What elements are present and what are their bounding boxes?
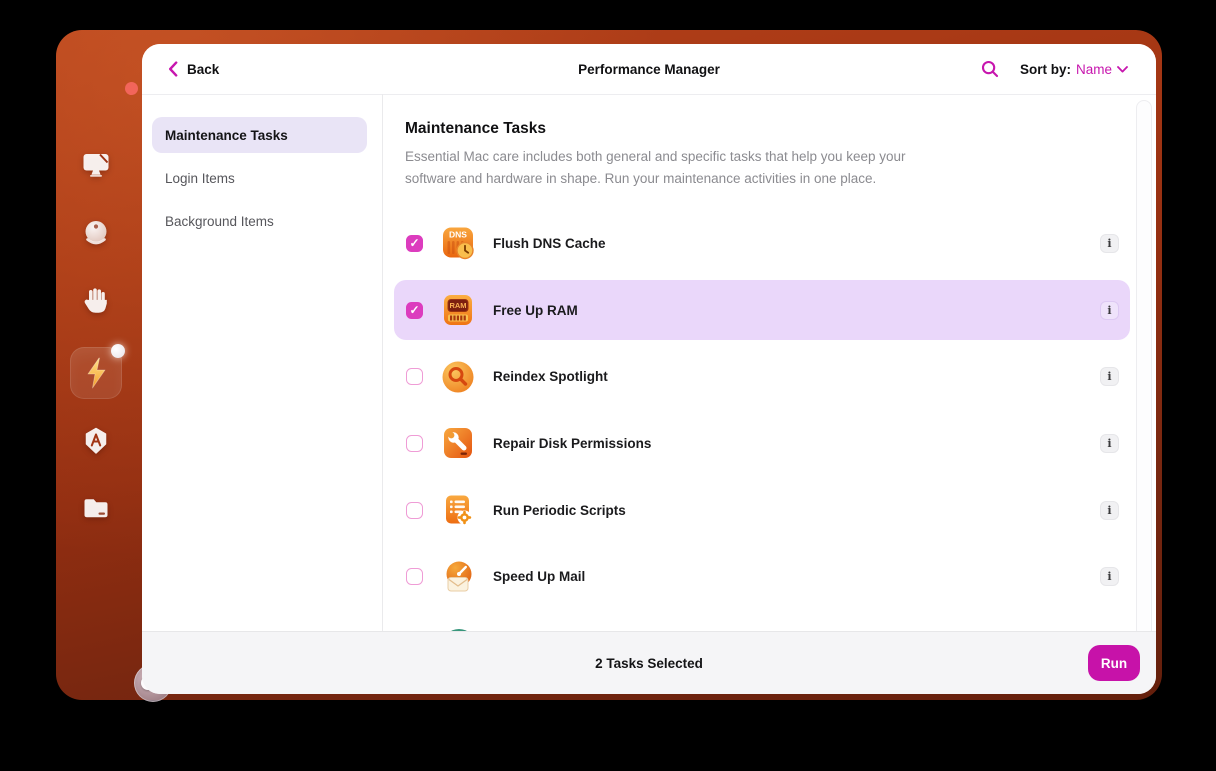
info-button[interactable]: i: [1100, 367, 1119, 387]
hand-privacy-icon: [81, 286, 111, 321]
chevron-down-icon: [1117, 65, 1128, 72]
info-button[interactable]: i: [1100, 567, 1119, 587]
content-description: Essential Mac care includes both general…: [405, 149, 906, 186]
sort-by-control[interactable]: Sort by: Name: [1020, 62, 1128, 77]
svg-text:DNS: DNS: [449, 230, 467, 240]
dock-item-lightning-performance[interactable]: [70, 344, 125, 399]
task-row[interactable]: Repair Disk Permissions i: [394, 410, 1130, 477]
task-checkbox[interactable]: [406, 501, 423, 519]
task-row[interactable]: ✓ RAM Free Up RAM i: [394, 277, 1130, 344]
task-row-inner: Run Periodic Scripts i: [394, 480, 1130, 541]
content-area: Maintenance Tasks Essential Mac care inc…: [383, 94, 1156, 664]
nav-item-background-items[interactable]: Background Items: [152, 203, 367, 239]
nav-item-login-items[interactable]: Login Items: [152, 160, 367, 196]
free-up-ram-icon: RAM: [440, 292, 476, 328]
protection-orb-icon: [81, 218, 111, 253]
task-label: Repair Disk Permissions: [493, 435, 652, 451]
task-checkbox[interactable]: [406, 368, 423, 386]
header-bar: Back Performance Manager Sort by: Name: [142, 44, 1156, 95]
task-label: Free Up RAM: [493, 302, 578, 318]
periodic-scripts-icon: [440, 492, 476, 528]
app-window: Back Performance Manager Sort by: Name M…: [56, 30, 1162, 702]
task-row-inner: ✓ DNS Flush DNS Cache i: [394, 213, 1130, 274]
run-button[interactable]: Run: [1088, 645, 1140, 681]
header-actions: Sort by: Name: [980, 44, 1128, 94]
content-heading: Maintenance Tasks: [405, 120, 546, 137]
dock-item-protection-orb[interactable]: [79, 218, 113, 252]
footer-bar: 2 Tasks Selected Run: [142, 631, 1156, 694]
info-button[interactable]: i: [1100, 500, 1119, 520]
task-row-inner: ✓ RAM Free Up RAM i: [394, 279, 1130, 341]
task-checkbox[interactable]: ✓: [406, 234, 423, 252]
dock-item-folder-clutter[interactable]: [79, 493, 113, 527]
display-cleanup-icon: [81, 150, 111, 185]
task-label: Reindex Spotlight: [493, 369, 608, 385]
sort-by-label: Sort by:: [1019, 61, 1071, 77]
task-label: Flush DNS Cache: [493, 235, 606, 251]
notification-badge: [111, 344, 125, 358]
dock-item-display-cleanup[interactable]: [79, 150, 113, 184]
task-label: Speed Up Mail: [493, 569, 586, 585]
reindex-spotlight-icon: [440, 359, 476, 395]
folder-clutter-icon: [81, 493, 111, 528]
section-nav: Maintenance Tasks Login Items Background I…: [142, 94, 383, 632]
info-button[interactable]: i: [1100, 300, 1119, 320]
search-icon[interactable]: [980, 59, 1000, 79]
info-button[interactable]: i: [1100, 233, 1119, 253]
traffic-close-button[interactable]: [125, 82, 138, 95]
selection-status: 2 Tasks Selected: [595, 655, 703, 671]
task-row[interactable]: ✓ DNS Flush DNS Cache i: [394, 210, 1130, 277]
sort-by-value: Name: [1075, 61, 1112, 77]
task-row-inner: Reindex Spotlight i: [394, 346, 1130, 407]
task-row[interactable]: Reindex Spotlight i: [394, 343, 1130, 410]
task-checkbox[interactable]: [406, 568, 423, 586]
screen: Back Performance Manager Sort by: Name M…: [0, 0, 1216, 771]
task-row-inner: Speed Up Mail i: [394, 546, 1130, 607]
repair-disk-icon: [440, 425, 476, 461]
svg-text:RAM: RAM: [449, 301, 466, 310]
dock-item-hand-privacy[interactable]: [79, 286, 113, 320]
task-row-inner: Repair Disk Permissions i: [394, 413, 1130, 474]
nav-item-maintenance-tasks[interactable]: Maintenance Tasks: [152, 117, 367, 153]
panel-body: Maintenance Tasks Login Items Background I…: [142, 94, 1156, 664]
scrollbar[interactable]: [1136, 100, 1152, 638]
speed-up-mail-icon: [440, 559, 476, 595]
task-checkbox[interactable]: ✓: [406, 301, 423, 319]
task-checkbox[interactable]: [406, 434, 423, 452]
dns-cache-icon: DNS: [440, 225, 476, 261]
main-panel: Back Performance Manager Sort by: Name M…: [142, 44, 1156, 694]
task-label: Run Periodic Scripts: [493, 502, 626, 518]
task-row[interactable]: Run Periodic Scripts i: [394, 477, 1130, 544]
applications-icon: [81, 426, 111, 461]
task-row[interactable]: Speed Up Mail i: [394, 543, 1130, 610]
dock-item-applications[interactable]: [79, 426, 113, 460]
info-button[interactable]: i: [1100, 433, 1119, 453]
task-list: ✓ DNS Flush DNS Cache i ✓ RAM Free Up RA…: [394, 210, 1130, 677]
